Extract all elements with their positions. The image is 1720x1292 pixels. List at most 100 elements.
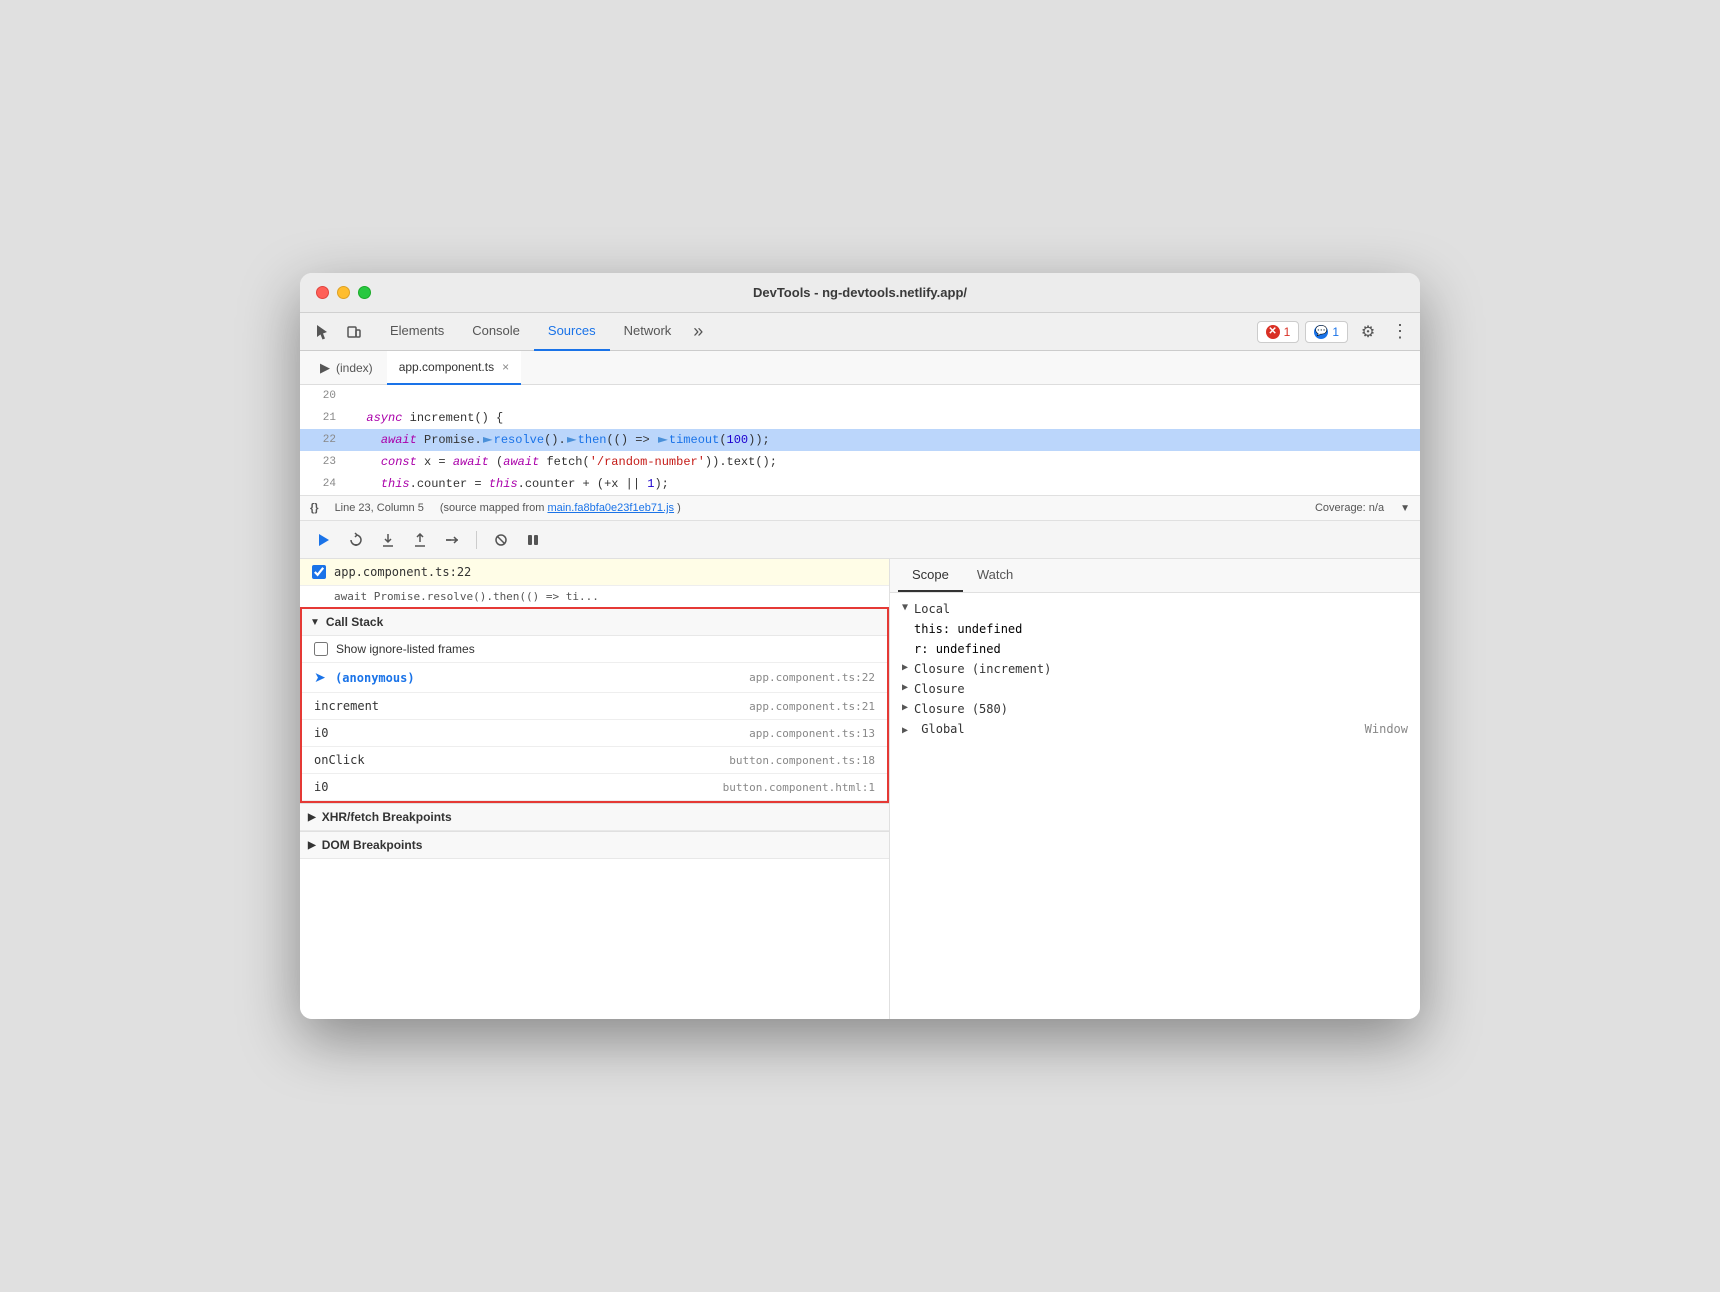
closure-580-label: Closure (580) <box>914 702 1008 716</box>
cursor-position: Line 23, Column 5 <box>335 502 424 514</box>
callstack-header[interactable]: ▼ Call Stack <box>302 609 887 636</box>
source-map-link[interactable]: main.fa8bfa0e23f1eb71.js <box>547 502 674 514</box>
tab-sources[interactable]: Sources <box>534 313 610 351</box>
breakpoint-checkbox[interactable] <box>312 565 326 579</box>
settings-button[interactable]: ⚙ <box>1354 318 1382 346</box>
code-line-21: 21 async increment() { <box>300 407 1420 429</box>
code-editor: 20 21 async increment() { 22 await Promi… <box>300 385 1420 495</box>
scope-tree: ▼ Local this: undefined r: undefined ▶ C… <box>890 593 1420 745</box>
scope-closure-increment[interactable]: ▶ Closure (increment) <box>890 659 1420 679</box>
tab-network[interactable]: Network <box>610 313 686 351</box>
code-line-24: 24 this.counter = this.counter + (+x || … <box>300 473 1420 495</box>
step-over-button[interactable] <box>344 528 368 552</box>
scope-closure-580[interactable]: ▶ Closure (580) <box>890 699 1420 719</box>
device-icon[interactable] <box>340 318 368 346</box>
source-map-text: (source mapped from main.fa8bfa0e23f1eb7… <box>440 502 681 514</box>
traffic-lights <box>316 286 371 299</box>
frame-loc-4: button.component.html:1 <box>723 781 875 794</box>
left-panel: app.component.ts:22 await Promise.resolv… <box>300 559 890 1019</box>
code-line-22: 22 await Promise.resolve().then(() => ti… <box>300 429 1420 451</box>
scope-closure[interactable]: ▶ Closure <box>890 679 1420 699</box>
error-badge-button[interactable]: ✕ 1 <box>1257 321 1300 343</box>
coverage-text: Coverage: n/a <box>1315 502 1384 514</box>
format-icon[interactable]: {} <box>310 502 319 514</box>
frame-func-0: (anonymous) <box>335 671 414 685</box>
titlebar: DevTools - ng-devtools.netlify.app/ <box>300 273 1420 313</box>
callstack-container: ▼ Call Stack Show ignore-listed frames ➤… <box>300 607 889 803</box>
code-line-20: 20 <box>300 385 1420 407</box>
code-line-23: 23 const x = await (await fetch('/random… <box>300 451 1420 473</box>
callstack-arrow-icon: ▼ <box>310 617 320 628</box>
tab-right-controls: ✕ 1 💬 1 ⚙ ⋮ <box>1257 318 1412 346</box>
closure-expand-icon: ▶ <box>902 682 908 693</box>
minimize-button[interactable] <box>337 286 350 299</box>
scope-local-this: this: undefined <box>890 619 1420 639</box>
scope-local-r: r: undefined <box>890 639 1420 659</box>
dom-section: ▶ DOM Breakpoints <box>300 831 889 859</box>
global-label: Global <box>921 722 964 736</box>
debug-toolbar <box>300 521 1420 559</box>
devtools-window: DevTools - ng-devtools.netlify.app/ Elem… <box>300 273 1420 1019</box>
closure-increment-expand-icon: ▶ <box>902 662 908 673</box>
breakpoint-item: app.component.ts:22 <box>300 559 889 586</box>
ignore-checkbox[interactable] <box>314 642 328 656</box>
global-value: Window <box>1365 722 1408 736</box>
more-tabs-button[interactable]: » <box>685 321 711 342</box>
frame-loc-2: app.component.ts:13 <box>749 727 875 740</box>
callstack-frame-4[interactable]: i0 button.component.html:1 <box>302 774 887 801</box>
closure-580-expand-icon: ▶ <box>902 702 908 713</box>
frame-func-3: onClick <box>314 753 365 767</box>
folder-icon: ▶ <box>320 360 330 376</box>
scope-global[interactable]: ▶ Global Window <box>890 719 1420 739</box>
window-title: DevTools - ng-devtools.netlify.app/ <box>753 285 967 300</box>
resume-button[interactable] <box>312 528 336 552</box>
deactivate-button[interactable] <box>489 528 513 552</box>
ignore-label: Show ignore-listed frames <box>336 642 475 656</box>
step-button[interactable] <box>440 528 464 552</box>
callstack-title: Call Stack <box>326 615 383 629</box>
info-badge-button[interactable]: 💬 1 <box>1305 321 1348 343</box>
maximize-button[interactable] <box>358 286 371 299</box>
dom-arrow-icon: ▶ <box>308 840 316 851</box>
callstack-frame-2[interactable]: i0 app.component.ts:13 <box>302 720 887 747</box>
frame-func-4: i0 <box>314 780 328 794</box>
tab-elements[interactable]: Elements <box>376 313 458 351</box>
coverage-dropdown-icon[interactable]: ▼ <box>1400 503 1410 514</box>
callstack-frame-3[interactable]: onClick button.component.ts:18 <box>302 747 887 774</box>
closure-label: Closure <box>914 682 965 696</box>
main-tabs-bar: Elements Console Sources Network » ✕ 1 💬… <box>300 313 1420 351</box>
closure-increment-label: Closure (increment) <box>914 662 1051 676</box>
more-options-button[interactable]: ⋮ <box>1388 318 1412 346</box>
frame-loc-1: app.component.ts:21 <box>749 700 875 713</box>
xhr-header[interactable]: ▶ XHR/fetch Breakpoints <box>300 804 889 831</box>
close-button[interactable] <box>316 286 329 299</box>
lower-area: app.component.ts:22 await Promise.resolv… <box>300 559 1420 1019</box>
toolbar-separator <box>476 531 477 549</box>
local-expand-icon: ▼ <box>902 602 908 613</box>
tab-index[interactable]: ▶ (index) <box>308 351 385 385</box>
nav-icons <box>308 318 368 346</box>
xhr-arrow-icon: ▶ <box>308 812 316 823</box>
frame-func-2: i0 <box>314 726 328 740</box>
step-out-button[interactable] <box>408 528 432 552</box>
status-bar: {} Line 23, Column 5 (source mapped from… <box>300 495 1420 521</box>
global-expand-icon: ▶ <box>902 725 908 736</box>
breakpoint-label: app.component.ts:22 <box>334 565 471 579</box>
secondary-tabs-bar: ▶ (index) app.component.ts × <box>300 351 1420 385</box>
tab-watch[interactable]: Watch <box>963 559 1027 592</box>
callstack-frame-1[interactable]: increment app.component.ts:21 <box>302 693 887 720</box>
xhr-title: XHR/fetch Breakpoints <box>322 810 452 824</box>
tab-scope[interactable]: Scope <box>898 559 963 592</box>
cursor-icon[interactable] <box>308 318 336 346</box>
tab-console[interactable]: Console <box>458 313 534 351</box>
scope-local-header[interactable]: ▼ Local <box>890 599 1420 619</box>
dom-header[interactable]: ▶ DOM Breakpoints <box>300 832 889 859</box>
xhr-section: ▶ XHR/fetch Breakpoints <box>300 803 889 831</box>
tab-app-component[interactable]: app.component.ts × <box>387 351 521 385</box>
step-into-button[interactable] <box>376 528 400 552</box>
info-count: 1 <box>1332 325 1339 339</box>
callstack-frame-0[interactable]: ➤ (anonymous) app.component.ts:22 <box>302 663 887 693</box>
close-tab-icon[interactable]: × <box>502 360 509 374</box>
pause-button[interactable] <box>521 528 545 552</box>
right-panel: Scope Watch ▼ Local this: undefined <box>890 559 1420 1019</box>
